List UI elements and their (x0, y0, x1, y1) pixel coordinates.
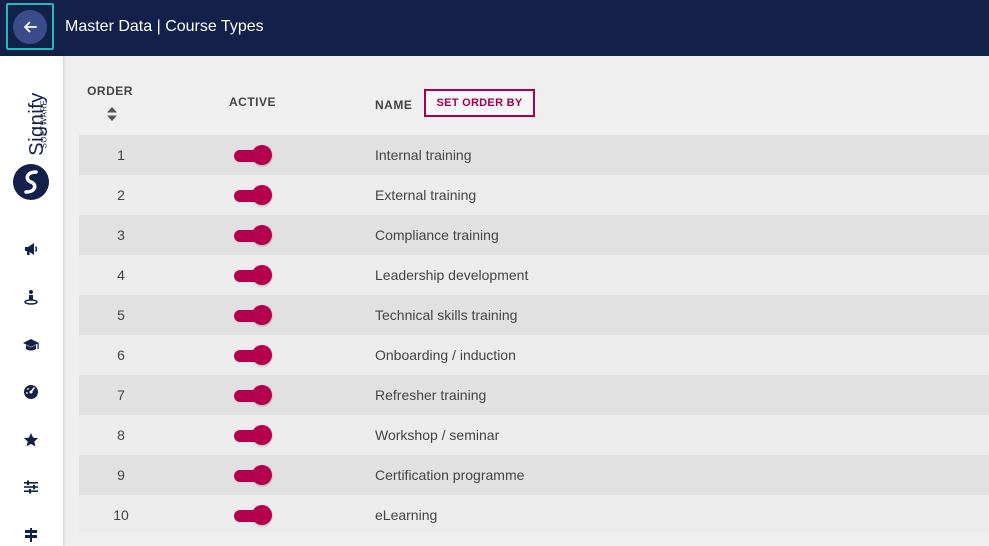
table-row: 10 eLearning (79, 495, 989, 535)
active-toggle[interactable] (234, 265, 272, 285)
set-order-by-button[interactable]: SET ORDER BY (424, 89, 535, 117)
active-toggle[interactable] (234, 185, 272, 205)
row-name: Certification programme (375, 467, 525, 483)
active-toggle[interactable] (234, 505, 272, 525)
course-types-table: ORDER ACTIVE NAME SET ORDER BY 1 Interna… (79, 56, 989, 546)
megaphone-icon[interactable] (21, 239, 41, 259)
table-row: 7 Refresher training (79, 375, 989, 415)
active-toggle[interactable] (234, 385, 272, 405)
active-toggle[interactable] (234, 225, 272, 245)
back-button-focus-ring (6, 3, 54, 50)
sort-icon[interactable] (106, 106, 118, 122)
row-order: 10 (113, 507, 129, 523)
table-row: 4 Leadership development (79, 255, 989, 295)
column-header-order: ORDER (87, 84, 133, 98)
signify-logo: Signify SOFTWARE (10, 83, 52, 201)
table-row: 6 Onboarding / induction (79, 335, 989, 375)
table-row: 8 Workshop / seminar (79, 415, 989, 455)
row-name: Technical skills training (375, 307, 518, 323)
active-toggle[interactable] (234, 305, 272, 325)
star-icon[interactable] (21, 430, 41, 450)
arrow-left-icon (24, 21, 37, 33)
table-row: 1 Internal training (79, 135, 989, 175)
row-order: 1 (117, 147, 125, 163)
table-body: 1 Internal training 2 External training … (79, 135, 989, 535)
row-name: Workshop / seminar (375, 427, 500, 443)
top-bar: Master Data | Course Types (0, 0, 989, 56)
table-row: 9 Certification programme (79, 455, 989, 495)
row-order: 7 (117, 387, 125, 403)
row-order: 4 (117, 267, 125, 283)
row-name: External training (375, 187, 477, 203)
person-pin-icon[interactable] (21, 287, 41, 307)
back-button[interactable] (13, 10, 47, 44)
table-row: 2 External training (79, 175, 989, 215)
row-name: Onboarding / induction (375, 347, 516, 363)
row-order: 9 (117, 467, 125, 483)
table-row: 3 Compliance training (79, 215, 989, 255)
row-name: Refresher training (375, 387, 487, 403)
page-title: Master Data | Course Types (65, 18, 264, 35)
dashboard-gauge-icon[interactable] (21, 382, 41, 402)
row-order: 5 (117, 307, 125, 323)
active-toggle[interactable] (234, 465, 272, 485)
logo-mark-icon (13, 164, 49, 200)
active-toggle[interactable] (234, 425, 272, 445)
column-header-active: ACTIVE (229, 95, 277, 109)
row-name: Internal training (375, 147, 472, 163)
table-row: 5 Technical skills training (79, 295, 989, 335)
row-order: 8 (117, 427, 125, 443)
graduation-cap-icon[interactable] (21, 335, 41, 355)
sliders-icon[interactable] (21, 477, 41, 497)
row-name: eLearning (375, 507, 438, 523)
active-toggle[interactable] (234, 345, 272, 365)
active-toggle[interactable] (234, 145, 272, 165)
row-order: 6 (117, 347, 125, 363)
row-order: 3 (117, 227, 125, 243)
row-name: Compliance training (375, 227, 499, 243)
row-name: Leadership development (375, 267, 529, 283)
row-order: 2 (117, 187, 125, 203)
logo-sub: SOFTWARE (39, 99, 49, 149)
column-header-name: NAME (375, 98, 413, 112)
sidebar: Signify SOFTWARE (0, 56, 63, 546)
signpost-icon[interactable] (21, 525, 41, 545)
